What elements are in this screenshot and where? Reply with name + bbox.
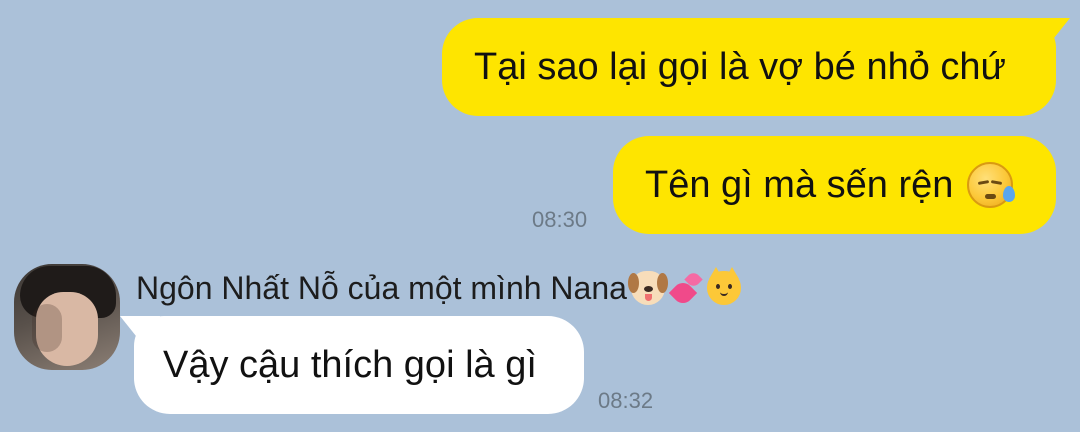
sender-name-text: Ngôn Nhất Nỗ của một mình Nana [136, 269, 627, 306]
outgoing-message-bubble[interactable]: Tại sao lại gọi là vợ bé nhỏ chứ [442, 18, 1070, 116]
chat-thread: Tại sao lại gọi là vợ bé nhỏ chứ Tên gì … [0, 0, 1080, 432]
two-hearts-icon [668, 270, 703, 308]
cat-face-icon [706, 267, 741, 305]
incoming-message-bubble[interactable]: Vậy cậu thích gọi là gì [120, 316, 584, 414]
message-timestamp: 08:32 [598, 388, 654, 413]
avatar[interactable] [14, 264, 120, 370]
message-text: Tại sao lại gọi là vợ bé nhỏ chứ [474, 46, 1006, 88]
dog-face-icon [627, 271, 668, 305]
message-timestamp: 08:30 [532, 207, 588, 232]
bubble-tail [120, 316, 160, 356]
message-text: Tên gì mà sến rện [645, 164, 954, 206]
bubble-tail [1030, 18, 1070, 58]
sleepy-face-icon [967, 162, 1016, 208]
message-text: Vậy cậu thích gọi là gì [163, 343, 537, 386]
outgoing-message-bubble[interactable]: Tên gì mà sến rện [613, 136, 1056, 234]
sender-name[interactable]: Ngôn Nhất Nỗ của một mình Nana [136, 267, 741, 308]
